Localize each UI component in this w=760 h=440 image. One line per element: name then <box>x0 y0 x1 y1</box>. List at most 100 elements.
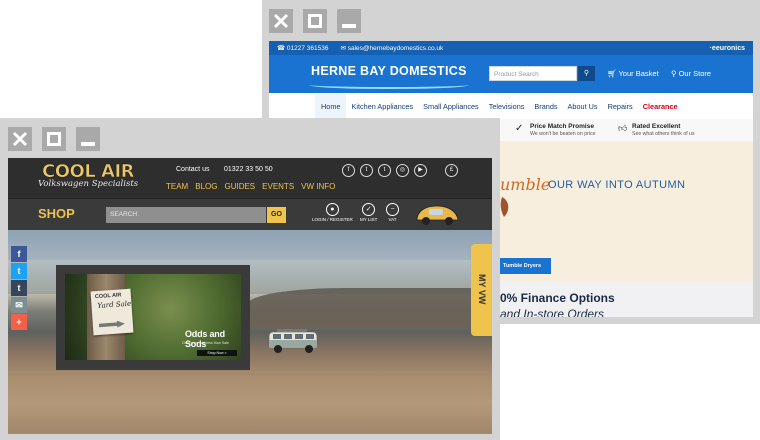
contact-link[interactable]: Contact us <box>176 166 209 173</box>
banner-headline: OUR WAY INTO AUTUMN <box>548 179 686 191</box>
share-tumblr-icon[interactable]: t <box>11 280 27 296</box>
usp-bar: ✓ Price Match Promise We won't be beaten… <box>500 119 753 142</box>
promo-image: COOL AIR Yard Sale Odds and Sods Clearan… <box>65 274 241 360</box>
search-icon: ⚲ <box>583 70 590 77</box>
phone-link[interactable]: ☎ 01227 361536 <box>277 44 328 52</box>
promo-title: Odds and Sods <box>185 329 225 349</box>
hero-rocks <box>248 288 492 328</box>
basket-label: Your Basket <box>618 69 659 78</box>
my-list-link[interactable]: ✓ MY LIST <box>360 203 377 222</box>
nav-small-appliances[interactable]: Small Appliances <box>418 102 484 111</box>
search-input[interactable]: SEARCH <box>106 207 266 223</box>
facebook-icon[interactable]: f <box>342 164 355 177</box>
usp-price-match: ✓ Price Match Promise We won't be beaten… <box>515 123 596 138</box>
twitter-icon[interactable]: t <box>360 164 373 177</box>
nav-brands[interactable]: Brands <box>529 102 562 111</box>
arrow-right-icon <box>99 320 125 329</box>
site-logo[interactable]: HERNE BAY DOMESTICS <box>311 64 467 78</box>
nav-repairs[interactable]: Repairs <box>603 102 638 111</box>
youtube-icon[interactable]: ▶ <box>414 164 427 177</box>
campervan-image <box>268 329 318 353</box>
main-nav: TEAM BLOG GUIDES EVENTS VW INFO <box>166 182 335 191</box>
window-cool-air: COOL AIR Volkswagen Specialists Contact … <box>0 118 500 440</box>
yard-sale-sign: COOL AIR Yard Sale <box>90 288 134 336</box>
nav-home[interactable]: Home <box>315 93 347 119</box>
autumn-banner[interactable]: umble OUR WAY INTO AUTUMN Tumble Dryers <box>500 141 753 281</box>
minimize-button[interactable] <box>76 127 100 151</box>
store-link[interactable]: ⚲ Our Store <box>671 69 711 78</box>
nav-vw-info[interactable]: VW INFO <box>301 182 335 191</box>
maximize-icon <box>308 14 322 28</box>
nav-team[interactable]: TEAM <box>166 182 188 191</box>
shop-title[interactable]: SHOP <box>38 206 75 221</box>
top-bar: ☎ 01227 361536 ✉ sales@hernebaydomestics… <box>269 41 753 55</box>
check-circle-icon: ✓ <box>515 123 524 134</box>
login-register-link[interactable]: ● LOGIN / REGISTER <box>312 203 353 222</box>
maximize-button[interactable] <box>42 127 66 151</box>
share-twitter-icon[interactable]: t <box>11 263 27 279</box>
nav-events[interactable]: EVENTS <box>262 182 294 191</box>
promo-subtitle: Clearance and less than Sale <box>182 341 229 345</box>
close-button[interactable] <box>8 127 32 151</box>
euronics-logo: ·eeuronics <box>709 44 745 52</box>
banner-script-text: umble <box>500 175 551 194</box>
email-link[interactable]: ✉ sales@hernebaydomestics.co.uk <box>340 44 443 52</box>
nav-about-us[interactable]: About Us <box>563 102 603 111</box>
nav-kitchen-appliances[interactable]: Kitchen Appliances <box>346 102 418 111</box>
phone-number: 01227 361536 <box>286 45 329 52</box>
share-more-icon[interactable]: + <box>11 314 27 330</box>
location-pin-icon: ⚲ <box>671 69 677 78</box>
store-label: Our Store <box>678 69 712 78</box>
my-vw-label: MY VW <box>477 274 487 305</box>
sign-brand: COOL AIR <box>94 292 122 301</box>
finance-title: 0% Finance Options <box>500 291 615 305</box>
user-icon: ● <box>325 203 339 216</box>
search-button[interactable]: ⚲ <box>578 66 595 81</box>
check-icon: ✓ <box>362 203 376 216</box>
share-facebook-icon[interactable]: f <box>11 246 27 262</box>
search-go-button[interactable]: GO <box>267 207 286 223</box>
nav-guides[interactable]: GUIDES <box>224 182 255 191</box>
thumbs-up-icon: 👍︎ <box>618 123 628 133</box>
hero-section: f t t ✉ + COOL AIR Yard Sale Odds and So… <box>8 230 492 434</box>
usp-subtitle: We won't be beaten on price <box>530 131 596 137</box>
close-icon <box>12 131 28 147</box>
social-share-rail: f t t ✉ + <box>11 246 27 331</box>
basket-beetle-icon[interactable] <box>413 204 461 226</box>
usp-title: Price Match Promise <box>530 123 594 130</box>
vat-label: VAT <box>388 217 397 222</box>
shop-now-button[interactable]: Shop Now > <box>197 350 237 356</box>
my-vw-tab[interactable]: MY VW <box>471 244 492 336</box>
basket-link[interactable]: 🛒︎ Your Basket <box>607 69 659 78</box>
close-icon <box>273 13 289 29</box>
minimize-icon <box>81 142 95 146</box>
main-nav: Home Kitchen Appliances Small Appliances… <box>269 93 753 120</box>
promo-card[interactable]: COOL AIR Yard Sale Odds and Sods Clearan… <box>56 265 250 370</box>
tumblr-icon[interactable]: t <box>378 164 391 177</box>
sign-text: Yard Sale <box>97 299 132 310</box>
maximize-button[interactable] <box>303 9 327 33</box>
usp-title: Rated Excellent <box>632 123 681 130</box>
usp-subtitle: See what others think of us <box>632 131 695 137</box>
cool-air-page: COOL AIR Volkswagen Specialists Contact … <box>8 158 492 434</box>
nav-clearance[interactable]: Clearance <box>638 102 683 111</box>
search-input[interactable]: Product Search <box>489 66 577 81</box>
instagram-icon[interactable]: ◎ <box>396 164 409 177</box>
nav-blog[interactable]: BLOG <box>195 182 217 191</box>
maximize-icon <box>47 132 61 146</box>
vat-icon: − <box>386 203 399 216</box>
login-label: LOGIN / REGISTER <box>312 217 353 222</box>
vat-toggle[interactable]: − VAT <box>386 203 399 222</box>
currency-button[interactable]: £ <box>445 164 458 177</box>
site-header: HERNE BAY DOMESTICS Product Search ⚲ 🛒︎ … <box>269 55 753 93</box>
share-email-icon[interactable]: ✉ <box>11 297 27 313</box>
phone-number[interactable]: 01322 33 50 50 <box>224 166 273 173</box>
email-address: sales@hernebaydomestics.co.uk <box>347 45 444 52</box>
leaf-icon <box>500 197 509 217</box>
tumble-dryers-button[interactable]: Tumble Dryers <box>500 258 551 274</box>
logo-subtitle: Volkswagen Specialists <box>38 179 139 189</box>
nav-televisions[interactable]: Televisions <box>484 102 530 111</box>
minimize-button[interactable] <box>337 9 361 33</box>
site-header: COOL AIR Volkswagen Specialists Contact … <box>8 158 492 198</box>
close-button[interactable] <box>269 9 293 33</box>
